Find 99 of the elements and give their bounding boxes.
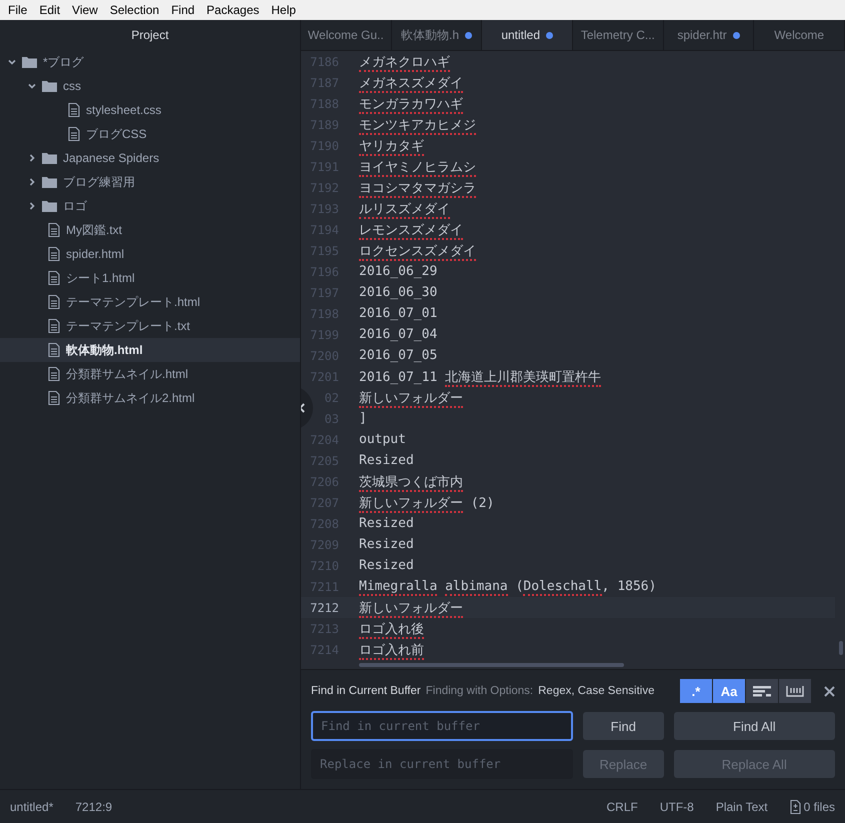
file-row[interactable]: 分類群サムネイル2.html [0, 386, 300, 410]
file-row[interactable]: My図鑑.txt [0, 218, 300, 242]
file-icon [48, 319, 60, 333]
editor-tab[interactable]: untitled [482, 20, 574, 50]
code-line: 新しいフォルダー (2) [359, 494, 494, 512]
file-row[interactable]: 分類群サムネイル.html [0, 362, 300, 386]
regex-toggle[interactable]: .* [680, 679, 712, 703]
close-icon [824, 686, 835, 696]
editor-tab[interactable]: spider.htr [664, 20, 754, 50]
code-line: ルリスズメダイ [359, 200, 450, 218]
cursor-position[interactable]: 7212:9 [75, 800, 112, 814]
chevron-right-icon[interactable] [28, 202, 36, 210]
folder-row[interactable]: css [0, 74, 300, 98]
file-icon [48, 295, 60, 309]
chevron-down-icon[interactable] [8, 58, 16, 66]
code-line: ヨイヤミノヒラムシ [359, 158, 476, 176]
file-icon [68, 127, 80, 141]
menu-item[interactable]: View [66, 3, 104, 17]
find-all-button[interactable]: Find All [674, 712, 835, 740]
options-value: Regex, Case Sensitive [538, 685, 654, 697]
encoding[interactable]: UTF-8 [660, 800, 694, 814]
selection-icon [753, 685, 771, 697]
sidebar-title: Project [130, 27, 170, 44]
diff-file-icon [790, 800, 801, 814]
chevron-down-icon[interactable] [28, 82, 36, 90]
file-row[interactable]: テーマテンプレート.html [0, 290, 300, 314]
menu-item[interactable]: File [2, 3, 34, 17]
file-icon [48, 367, 60, 381]
code-line: Resized [359, 537, 414, 552]
code-line: 2016_06_29 [359, 264, 438, 279]
scrollbar-thumb[interactable] [359, 663, 624, 667]
folder-row[interactable]: ロゴ [0, 194, 300, 218]
code-line: Resized [359, 516, 414, 531]
code-line: 2016_07_04 [359, 327, 438, 342]
line-ending[interactable]: CRLF [606, 800, 638, 814]
file-icon [48, 247, 60, 261]
file-icon [48, 223, 60, 237]
selection-toggle[interactable] [746, 679, 778, 703]
code-line: ロゴ入れ後 [359, 620, 424, 638]
menu-item[interactable]: Help [265, 3, 302, 17]
code-line: 2016_07_01 [359, 306, 438, 321]
menu-item[interactable]: Selection [104, 3, 166, 17]
code-line: 2016_07_11 北海道上川郡美瑛町置杵牛 [359, 368, 602, 386]
folder-icon [42, 200, 57, 212]
find-field[interactable]: Find in current buffer [311, 711, 573, 741]
code-line: メガネクロハギ [359, 54, 450, 70]
menu-item[interactable]: Find [165, 3, 201, 17]
code-line: 新しいフォルダー [359, 600, 463, 616]
code-line: ] [359, 411, 367, 426]
file-icon [68, 103, 80, 117]
code-line: output [359, 432, 406, 447]
code-line: レモンスズメダイ [359, 222, 463, 238]
chevron-right-icon[interactable] [28, 178, 36, 186]
file-row[interactable]: stylesheet.css [0, 98, 300, 122]
code-line: 2016_06_30 [359, 285, 438, 300]
code-line: モンツキアカヒメジ [359, 116, 476, 134]
folder-row[interactable]: ブログ練習用 [0, 170, 300, 194]
folder-icon [42, 80, 57, 92]
code-line: 2016_07_05 [359, 348, 438, 363]
code-line: ヤリカタギ [359, 138, 424, 154]
word-icon [786, 685, 804, 697]
menu-item[interactable]: Edit [33, 3, 66, 17]
find-button[interactable]: Find [582, 712, 664, 740]
editor-tab[interactable]: 軟体動物.h [392, 20, 482, 50]
scrollbar-thumb[interactable] [839, 641, 843, 655]
code-line: モンガラカワハギ [359, 96, 463, 112]
chevron-right-icon[interactable] [28, 154, 36, 162]
grammar[interactable]: Plain Text [716, 800, 768, 814]
file-row[interactable]: 軟体動物.html [0, 338, 300, 362]
file-row[interactable]: ブログCSS [0, 122, 300, 146]
code-line: 茨城県つくば市内 [359, 474, 463, 490]
folder-icon [42, 176, 57, 188]
menu-item[interactable]: Packages [200, 3, 266, 17]
line-number: 7212 [309, 600, 339, 614]
folder-row[interactable]: *ブログ [0, 50, 300, 74]
code-line: Resized [359, 558, 414, 573]
code-line: 新しいフォルダー [359, 390, 463, 406]
code-line: メガネスズメダイ [359, 74, 463, 92]
folder-row[interactable]: Japanese Spiders [0, 146, 300, 170]
code-line: Resized [359, 453, 414, 468]
code-line: ロゴ入れ前 [359, 642, 424, 658]
changed-files[interactable]: 0 files [804, 800, 835, 814]
file-row[interactable]: テーマテンプレート.txt [0, 314, 300, 338]
file-icon [48, 391, 60, 405]
file-row[interactable]: シート1.html [0, 266, 300, 290]
file-icon [48, 271, 60, 285]
folder-icon [22, 56, 37, 68]
word-toggle[interactable] [779, 679, 811, 703]
options-label: Finding with Options: [426, 685, 534, 697]
folder-icon [42, 152, 57, 164]
file-icon [48, 343, 60, 357]
panel-title: Find in Current Buffer [311, 685, 421, 697]
close-button[interactable] [824, 686, 835, 696]
replace-field[interactable]: Replace in current buffer [311, 749, 573, 779]
file-row[interactable]: spider.html [0, 242, 300, 266]
file-name[interactable]: untitled* [10, 800, 54, 814]
case-toggle[interactable]: Aa [713, 679, 745, 703]
code-line: ヨコシマタマガシラ [359, 180, 476, 196]
code-line: ロクセンスズメダイ [359, 242, 476, 260]
